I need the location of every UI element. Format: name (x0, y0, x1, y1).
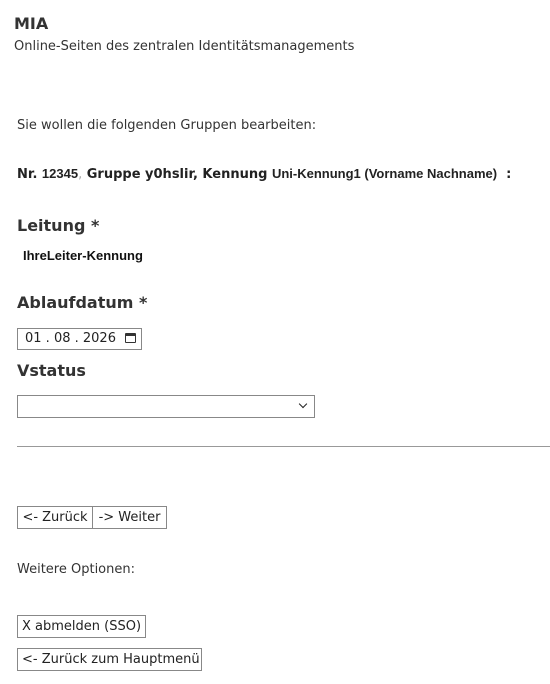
group-nr-prefix: Nr. (17, 167, 38, 182)
more-options-heading: Weitere Optionen: (17, 562, 135, 577)
vstatus-label: Vstatus (17, 361, 86, 380)
app-subtitle: Online-Seiten des zentralen Identitätsma… (14, 39, 355, 54)
intro-text: Sie wollen die folgenden Gruppen bearbei… (17, 118, 317, 133)
leitung-label: Leitung * (17, 216, 100, 235)
group-kennung-value: Uni-Kennung1 (Vorname Nachname) (271, 166, 498, 181)
back-button[interactable]: <- Zurück (17, 506, 93, 529)
divider (17, 446, 550, 447)
next-button[interactable]: -> Weiter (92, 506, 167, 529)
calendar-icon[interactable] (125, 333, 136, 343)
group-summary: Nr. 12345, Gruppe y0hslir, Kennung Uni-K… (17, 166, 511, 182)
app-title: MIA (14, 14, 49, 33)
group-separator: , (78, 167, 83, 182)
ablaufdatum-input[interactable]: 01 . 08 . 2026 (17, 328, 142, 350)
chevron-down-icon (298, 399, 308, 409)
group-nr-value: 12345 (41, 166, 79, 181)
logout-button[interactable]: X abmelden (SSO) (17, 615, 146, 638)
ablaufdatum-value: 01 . 08 . 2026 (25, 331, 116, 346)
leitung-value: IhreLeiter-Kennung (23, 248, 143, 263)
main-menu-button[interactable]: <- Zurück zum Hauptmenü (17, 648, 202, 671)
vstatus-select[interactable] (17, 395, 315, 418)
group-suffix: : (506, 167, 512, 182)
group-text: Gruppe y0hslir, Kennung (86, 167, 268, 182)
ablaufdatum-label: Ablaufdatum * (17, 293, 148, 312)
